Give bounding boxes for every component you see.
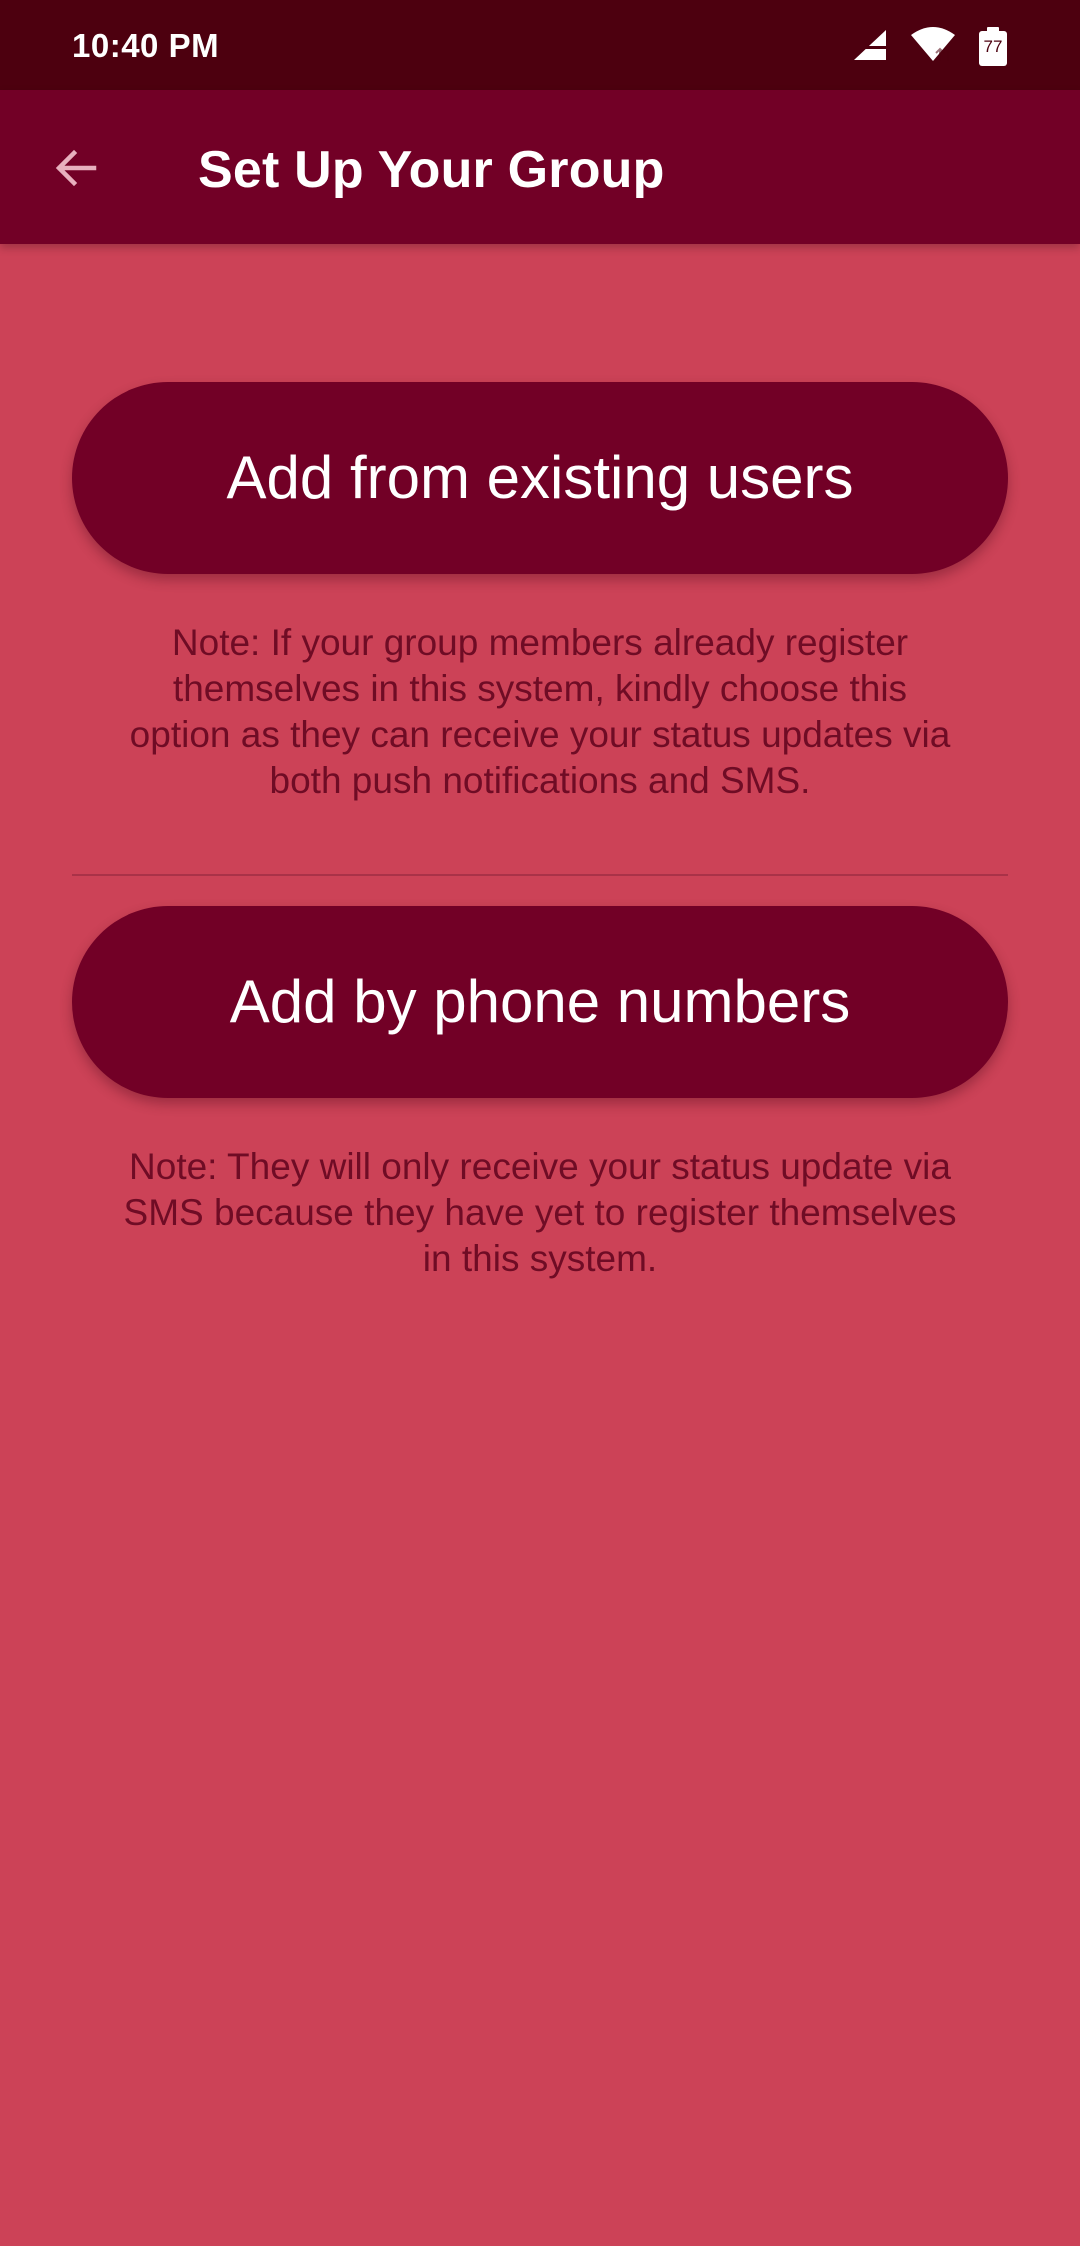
main-content: Add from existing users Note: If your gr… [0,244,1080,2246]
status-time: 10:40 PM [72,27,220,64]
add-by-phone-numbers-button[interactable]: Add by phone numbers [72,906,1008,1098]
add-from-existing-users-button[interactable]: Add from existing users [72,382,1008,574]
wifi-icon [910,26,956,68]
divider [72,874,1008,876]
app-bar: Set Up Your Group [0,90,1080,244]
status-icons: 77 [852,26,1008,68]
back-button[interactable] [36,130,116,210]
signal-icon [852,28,888,67]
existing-users-note: Note: If your group members already regi… [129,622,951,801]
status-bar: 10:40 PM 77 [0,0,1080,90]
battery-level: 77 [983,37,1003,56]
arrow-left-icon [52,144,100,197]
page-title: Set Up Your Group [198,141,665,199]
battery-icon: 77 [978,27,1008,67]
phone-numbers-note: Note: They will only receive your status… [123,1146,957,1279]
